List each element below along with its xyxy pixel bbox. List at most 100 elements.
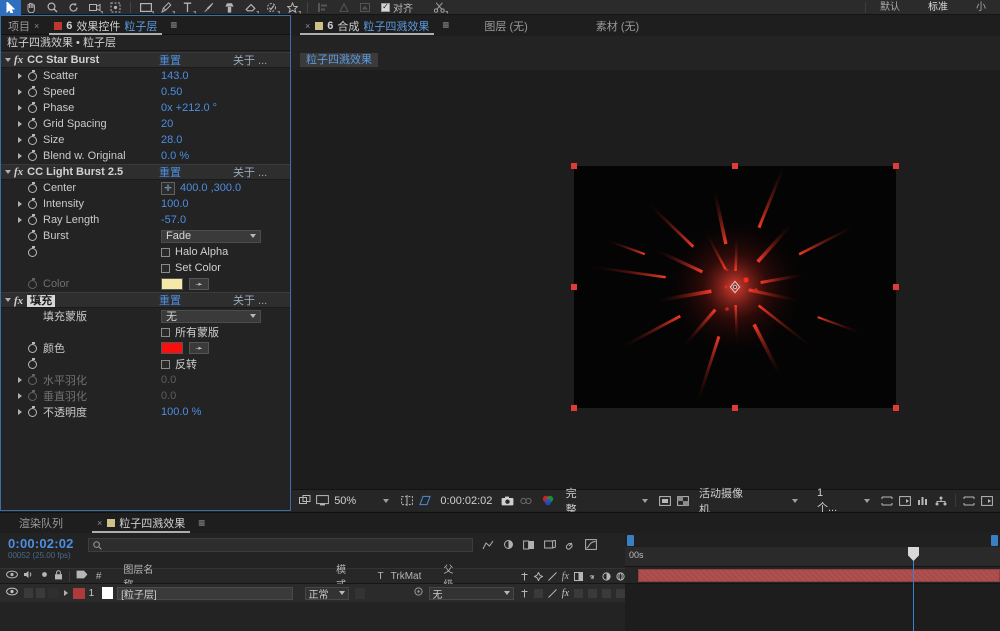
snap-toggle[interactable]: ✓ 对齐 xyxy=(381,0,413,15)
effect-property-row[interactable]: Color➛ xyxy=(1,276,290,292)
current-timecode[interactable]: 0:00:02:02 00052 (25.00 fps) xyxy=(8,536,74,560)
shy-switch-icon[interactable] xyxy=(520,589,529,598)
region-preview-icon[interactable] xyxy=(659,494,672,508)
close-icon[interactable]: × xyxy=(34,21,39,31)
property-expand-triangle[interactable] xyxy=(13,217,26,223)
effect-header[interactable]: fx填充重置关于 ... xyxy=(1,292,290,308)
pen-tool-button[interactable] xyxy=(156,0,177,15)
property-expand-triangle[interactable] xyxy=(13,105,26,111)
shape-tool-button[interactable] xyxy=(135,0,156,15)
effect-reset-button[interactable]: 重置 xyxy=(159,292,181,308)
property-stopwatch[interactable] xyxy=(26,104,39,113)
layer-lock-toggle[interactable] xyxy=(48,588,57,598)
composition-canvas[interactable] xyxy=(574,166,896,408)
comp-flowchart-icon[interactable] xyxy=(935,494,948,508)
property-expand-triangle[interactable] xyxy=(13,393,26,399)
adjustment-layer-icon[interactable] xyxy=(602,572,611,581)
tab-composition[interactable]: × 6 合成 粒子四溅效果 xyxy=(298,16,436,35)
property-value[interactable]: 0.0 xyxy=(161,390,176,402)
property-value[interactable]: 0x +212.0 ° xyxy=(161,102,217,114)
layer-solo-toggle[interactable] xyxy=(36,588,45,598)
layer-audio-toggle[interactable] xyxy=(24,588,33,598)
selection-handle-bl[interactable] xyxy=(571,405,577,411)
resolution-dropdown-caret[interactable] xyxy=(642,499,648,503)
graph-editor-icon[interactable] xyxy=(585,539,597,553)
effect-name[interactable]: fxCC Light Burst 2.5 xyxy=(14,166,123,178)
effect-header[interactable]: fxCC Light Burst 2.5重置关于 ... xyxy=(1,164,290,180)
zoom-tool-button[interactable] xyxy=(42,0,63,15)
effect-about-button[interactable]: 关于 ... xyxy=(233,52,267,68)
selection-handle-mr[interactable] xyxy=(893,284,899,290)
layer-name[interactable]: [粒子层] xyxy=(117,587,292,600)
tab-project[interactable]: 项目 × xyxy=(1,16,47,35)
fast-preview-icon[interactable] xyxy=(899,494,912,508)
3d-layer-icon[interactable] xyxy=(616,572,625,581)
property-value[interactable]: 0.0 xyxy=(161,374,176,386)
color-swatch[interactable] xyxy=(161,342,183,354)
checkbox-icon[interactable] xyxy=(161,264,170,273)
property-stopwatch[interactable] xyxy=(26,248,39,257)
grid-guides-icon[interactable] xyxy=(400,494,413,508)
property-stopwatch[interactable] xyxy=(26,344,39,353)
effect-property-row[interactable]: 所有蒙版 xyxy=(1,324,290,340)
collapse-switch[interactable] xyxy=(534,589,543,598)
motion-blur-switch[interactable] xyxy=(588,589,597,598)
effect-reset-button[interactable]: 重置 xyxy=(159,164,181,180)
selection-handle-tc[interactable] xyxy=(732,163,738,169)
view-count-dropdown-caret[interactable] xyxy=(864,499,870,503)
clone-stamp-tool-button[interactable] xyxy=(219,0,240,15)
link-icon[interactable] xyxy=(565,539,576,553)
composition-viewer[interactable] xyxy=(292,70,1000,489)
effect-property-row[interactable]: Halo Alpha xyxy=(1,244,290,260)
property-stopwatch[interactable] xyxy=(26,184,39,193)
tab-layer[interactable]: 图层 (无) xyxy=(477,16,534,35)
region-of-interest-icon[interactable] xyxy=(418,494,431,508)
property-expand-triangle[interactable] xyxy=(13,377,26,383)
effect-property-row[interactable]: 填充蒙版无 xyxy=(1,308,290,324)
column-header-trkmat[interactable]: TrkMat xyxy=(391,571,422,582)
property-stopwatch[interactable] xyxy=(26,408,39,417)
timeline-jump-icon[interactable] xyxy=(917,494,930,508)
property-value[interactable]: -57.0 xyxy=(161,214,186,226)
tab-effect-controls[interactable]: 6 效果控件 粒子层 xyxy=(47,16,164,35)
exposure-icon[interactable] xyxy=(981,494,994,508)
property-value[interactable]: 100.0 % xyxy=(161,406,201,418)
property-stopwatch[interactable] xyxy=(26,200,39,209)
layer-expand-triangle[interactable] xyxy=(64,590,68,596)
time-navigator-start-handle[interactable] xyxy=(627,535,634,546)
selection-handle-bc[interactable] xyxy=(732,405,738,411)
column-header-index[interactable]: # xyxy=(96,571,102,582)
frame-blend-switch[interactable] xyxy=(574,589,583,598)
quality-icon[interactable] xyxy=(548,572,557,581)
property-stopwatch[interactable] xyxy=(26,72,39,81)
property-value[interactable]: 20 xyxy=(161,118,173,130)
reset-exposure-icon[interactable] xyxy=(963,494,976,508)
channel-rgb-icon[interactable] xyxy=(541,494,555,508)
selection-handle-tr[interactable] xyxy=(893,163,899,169)
effect-name[interactable]: fx填充 xyxy=(14,292,55,308)
mask-icon[interactable] xyxy=(354,0,375,15)
effect-property-row[interactable]: Ray Length-57.0 xyxy=(1,212,290,228)
current-time-indicator[interactable] xyxy=(913,547,914,631)
pixel-aspect-icon[interactable] xyxy=(881,494,894,508)
pan-behind-tool-button[interactable] xyxy=(105,0,126,15)
show-snapshot-icon[interactable] xyxy=(520,494,533,508)
effect-property-row[interactable]: Set Color xyxy=(1,260,290,276)
effect-property-row[interactable]: 不透明度100.0 % xyxy=(1,404,290,420)
layer-mode-dropdown[interactable]: 正常 xyxy=(305,587,350,600)
layer-visibility-toggle[interactable] xyxy=(6,587,18,599)
property-value[interactable]: 400.0 ,300.0 xyxy=(180,182,241,194)
effect-property-row[interactable]: 垂直羽化0.0 xyxy=(1,388,290,404)
effect-property-row[interactable]: BurstFade xyxy=(1,228,290,244)
type-tool-button[interactable] xyxy=(177,0,198,15)
property-stopwatch[interactable] xyxy=(26,280,39,289)
effect-property-row[interactable]: Phase0x +212.0 ° xyxy=(1,100,290,116)
property-value[interactable]: 0.50 xyxy=(161,86,182,98)
anchor-point-icon[interactable] xyxy=(729,281,742,294)
panel-menu-icon[interactable]: ≡ xyxy=(192,514,211,533)
selection-handle-ml[interactable] xyxy=(571,284,577,290)
scissors-icon[interactable] xyxy=(429,0,450,15)
frame-blending-icon[interactable] xyxy=(523,540,535,553)
selection-handle-tl[interactable] xyxy=(571,163,577,169)
adjustment-switch[interactable] xyxy=(602,589,611,598)
